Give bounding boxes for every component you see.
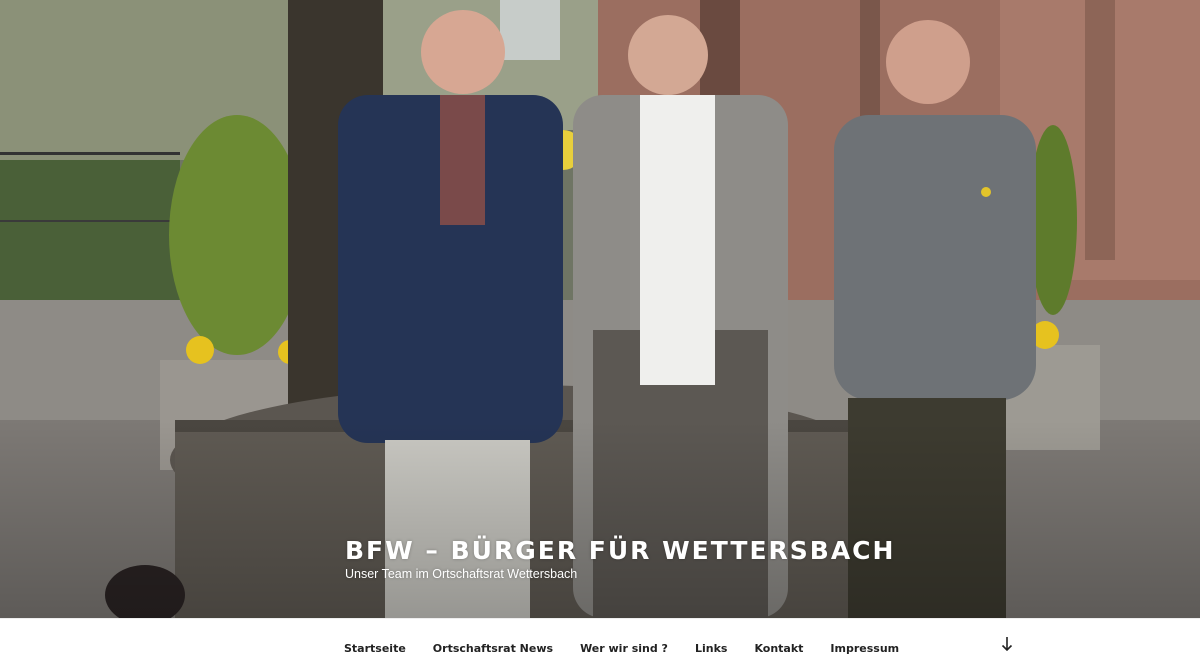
nav-item-startseite: Startseite bbox=[344, 639, 406, 657]
nav-link-startseite[interactable]: Startseite bbox=[344, 642, 406, 655]
nav-link-links[interactable]: Links bbox=[695, 642, 727, 655]
nav-item-impressum: Impressum bbox=[830, 639, 899, 657]
hero-photo bbox=[0, 0, 1200, 618]
nav-item-ortschaftsrat-news: Ortschaftsrat News bbox=[433, 639, 553, 657]
arrow-down-icon[interactable] bbox=[999, 637, 1015, 653]
nav-item-kontakt: Kontakt bbox=[754, 639, 803, 657]
nav-link-impressum[interactable]: Impressum bbox=[830, 642, 899, 655]
site-description: Unser Team im Ortschaftsrat Wettersbach bbox=[345, 567, 578, 581]
site-branding: BFW – BÜRGER FÜR WETTERSBACH Unser Team … bbox=[345, 536, 895, 581]
nav-item-wer-wir-sind: Wer wir sind ? bbox=[580, 639, 668, 657]
nav-link-wer-wir-sind[interactable]: Wer wir sind ? bbox=[580, 642, 668, 655]
nav-item-links: Links bbox=[695, 639, 727, 657]
nav-link-kontakt[interactable]: Kontakt bbox=[754, 642, 803, 655]
nav-menu: Startseite Ortschaftsrat News Wer wir si… bbox=[344, 639, 926, 657]
main-navigation: Startseite Ortschaftsrat News Wer wir si… bbox=[0, 618, 1200, 667]
arrow-down-icon-glyph bbox=[1001, 637, 1013, 652]
nav-link-ortschaftsrat-news[interactable]: Ortschaftsrat News bbox=[433, 642, 553, 655]
site-header-hero: BFW – BÜRGER FÜR WETTERSBACH Unser Team … bbox=[0, 0, 1200, 618]
site-title[interactable]: BFW – BÜRGER FÜR WETTERSBACH bbox=[345, 536, 895, 565]
